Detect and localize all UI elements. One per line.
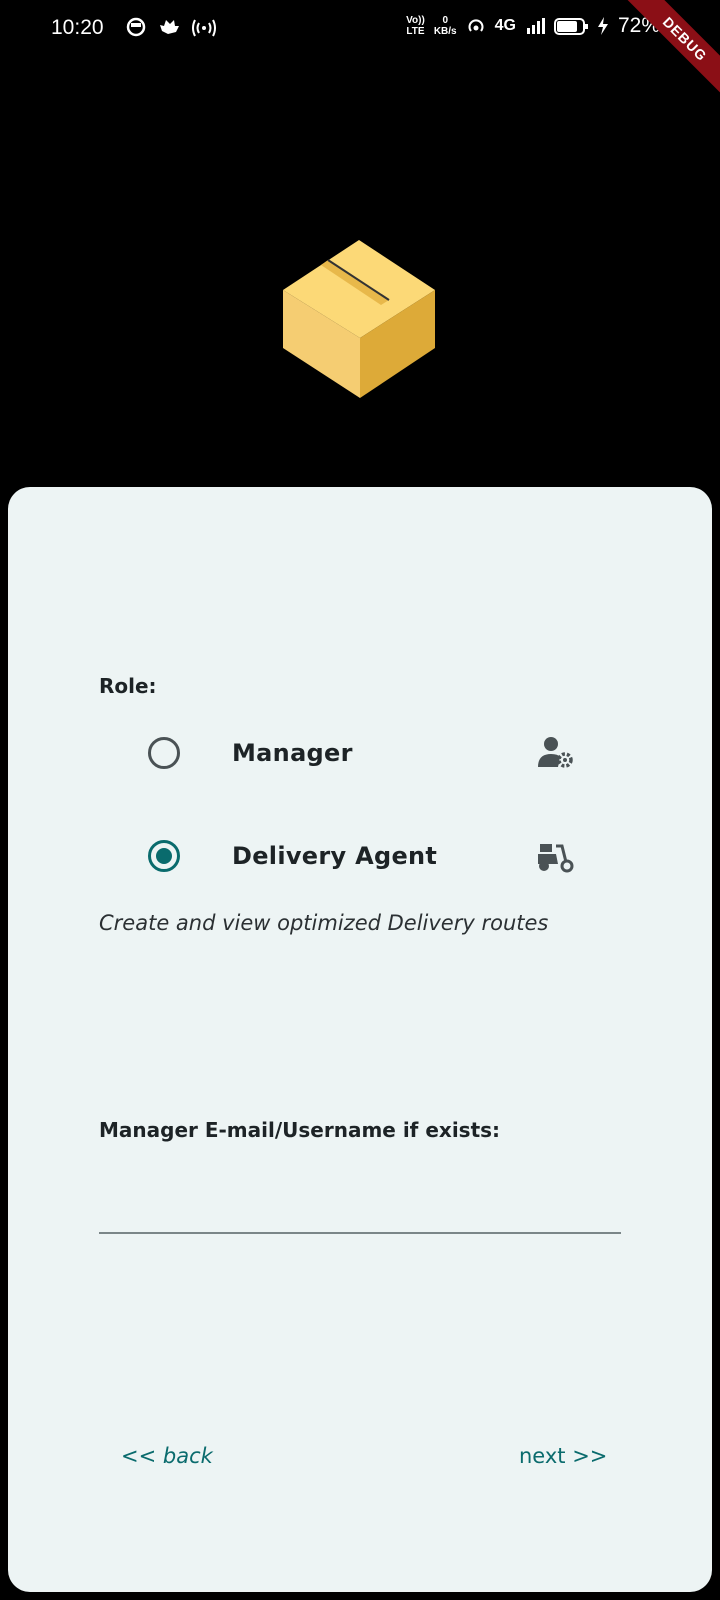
role-description: Create and view optimized Delivery route…	[99, 911, 549, 935]
status-bar: 10:20 Vo)) LTE 0 KB/s 4G 72%	[0, 0, 720, 62]
manager-radio[interactable]	[148, 737, 180, 769]
manager-email-label: Manager E-mail/Username if exists:	[99, 1118, 501, 1142]
charging-icon	[597, 17, 608, 35]
role-option-delivery-agent[interactable]: Delivery Agent	[148, 836, 578, 876]
status-time: 10:20	[51, 16, 104, 39]
system-status-icons: Vo)) LTE 0 KB/s 4G 72%	[406, 14, 660, 38]
volte-indicator: Vo)) LTE	[406, 15, 425, 37]
network-type: 4G	[494, 17, 516, 34]
package-box-icon	[283, 240, 435, 398]
delivery-agent-radio[interactable]	[148, 840, 180, 872]
hotspot-icon	[192, 19, 216, 37]
cloud-notification-icon	[160, 20, 179, 34]
scooter-icon	[538, 844, 574, 873]
delivery-agent-option-label[interactable]: Delivery Agent	[232, 842, 437, 870]
notification-icons	[126, 17, 216, 37]
role-option-manager[interactable]: Manager	[148, 733, 578, 773]
wireless-icon	[468, 19, 484, 32]
signal-icon	[526, 18, 545, 34]
app-notification-icon	[126, 17, 146, 37]
manager-email-input[interactable]	[99, 1170, 621, 1234]
battery-icon	[553, 18, 588, 35]
next-button[interactable]: next >>	[519, 1444, 607, 1468]
role-form-card	[8, 487, 712, 1592]
user-gear-icon	[538, 737, 573, 768]
manager-option-label[interactable]: Manager	[232, 739, 353, 767]
back-button[interactable]: << back	[121, 1444, 213, 1468]
network-speed: 0 KB/s	[433, 15, 457, 37]
role-label: Role:	[99, 674, 157, 698]
